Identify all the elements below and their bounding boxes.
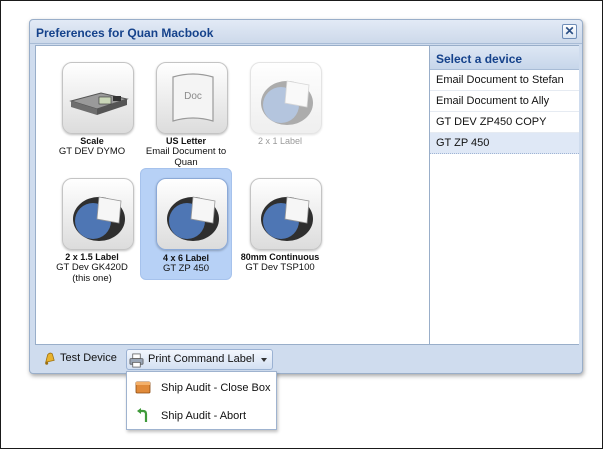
test-device-label: Test Device: [60, 352, 117, 364]
print-command-label-button[interactable]: Print Command Label: [126, 349, 274, 370]
preferences-dialog: Preferences for Quan Macbook ✕ Scale GT …: [29, 19, 583, 374]
device-list: Select a device Email Document to Stefan…: [429, 46, 579, 344]
menu-item-label: Ship Audit - Abort: [161, 410, 246, 422]
menu-item-abort[interactable]: Ship Audit - Abort: [127, 402, 276, 428]
dialog-body: Scale GT DEV DYMO Doc US Letter Email Do…: [35, 45, 579, 345]
document-icon: Doc: [156, 62, 228, 134]
dialog-titlebar[interactable]: Preferences for Quan Macbook ✕: [30, 20, 582, 44]
device-list-item-selected[interactable]: GT ZP 450: [430, 133, 579, 154]
menu-item-label: Ship Audit - Close Box: [161, 382, 271, 394]
device-tile-2x1-5-label[interactable]: 2 x 1.5 Label GT Dev GK420D (this one): [46, 168, 138, 284]
test-device-button[interactable]: Test Device: [40, 348, 121, 370]
chevron-down-icon: [261, 358, 268, 362]
menu-item-close-box[interactable]: Ship Audit - Close Box: [127, 374, 276, 400]
device-subtitle: GT Dev GK420D (this one): [56, 262, 128, 284]
device-name: 2 x 1.5 Label: [65, 252, 119, 262]
close-icon: ✕: [564, 24, 575, 38]
device-name: US Letter: [165, 136, 206, 146]
device-tile-scale[interactable]: Scale GT DEV DYMO: [46, 52, 138, 164]
device-subtitle: Email Document to Quan: [145, 146, 227, 168]
device-list-item[interactable]: GT DEV ZP450 COPY: [430, 112, 579, 133]
device-list-item[interactable]: Email Document to Ally: [430, 91, 579, 112]
label-printer-icon: [250, 62, 322, 134]
device-name: Scale: [80, 136, 104, 146]
device-subtitle: GT DEV DYMO: [58, 146, 126, 157]
device-tile-4x6-label[interactable]: 4 x 6 Label GT ZP 450: [140, 168, 232, 280]
device-tile-80mm-continuous[interactable]: 80mm Continuous GT Dev TSP100: [234, 168, 326, 280]
scale-icon: [62, 62, 134, 134]
label-printer-icon: [62, 178, 134, 250]
device-name: 2 x 1 Label: [257, 136, 303, 146]
box-icon: [135, 381, 151, 394]
device-subtitle: GT ZP 450: [162, 263, 210, 274]
close-button[interactable]: ✕: [562, 24, 577, 39]
print-command-menu: Ship Audit - Close Box Ship Audit - Abor…: [126, 371, 277, 430]
printer-icon: [129, 353, 144, 368]
device-name: 80mm Continuous: [240, 252, 320, 262]
dialog-title: Preferences for Quan Macbook: [36, 26, 214, 40]
dialog-toolbar: Test Device Print Command Label: [35, 348, 575, 370]
device-list-header: Select a device: [430, 46, 579, 70]
device-grid: Scale GT DEV DYMO Doc US Letter Email Do…: [36, 46, 430, 344]
label-printer-icon: [250, 178, 322, 250]
return-arrow-icon: [137, 408, 148, 422]
device-subtitle: GT Dev TSP100: [245, 262, 315, 273]
label-printer-icon: [156, 178, 228, 250]
print-command-label: Print Command Label: [148, 353, 255, 365]
device-list-item[interactable]: Email Document to Stefan: [430, 70, 579, 91]
device-tile-us-letter[interactable]: Doc US Letter Email Document to Quan: [140, 52, 232, 168]
document-icon-label: Doc: [184, 91, 202, 102]
bell-icon: [45, 352, 55, 365]
device-name: 4 x 6 Label: [162, 253, 210, 263]
device-tile-2x1-label[interactable]: 2 x 1 Label: [234, 52, 326, 164]
